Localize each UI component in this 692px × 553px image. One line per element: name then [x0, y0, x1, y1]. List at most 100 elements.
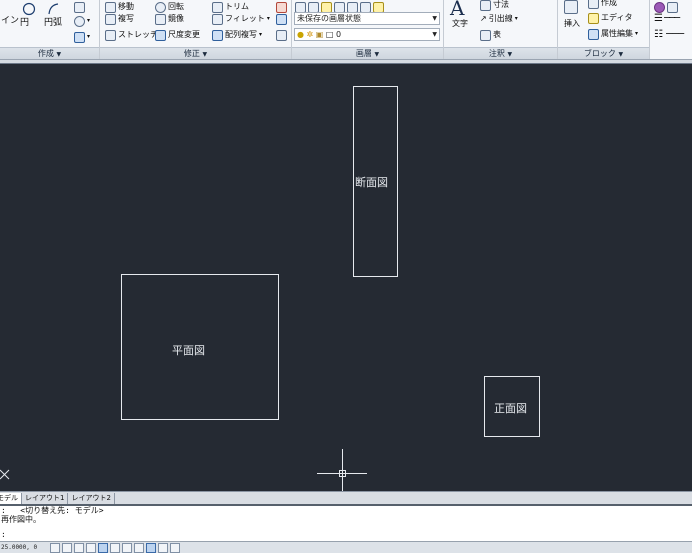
copy-button[interactable]: 複写 [105, 12, 134, 26]
table-icon [480, 29, 491, 41]
draw-panel-title[interactable]: 作成 ▼ [0, 47, 99, 59]
hatch-button[interactable]: ▾ [74, 30, 90, 44]
arc-button[interactable] [46, 2, 60, 16]
block-editor-icon [588, 12, 599, 24]
layers-panel-title-text: 画層 [355, 49, 372, 58]
circle-label-wrap[interactable]: 円 [20, 16, 29, 30]
erase-icon [276, 1, 287, 13]
dynamic-input-icon[interactable] [158, 542, 168, 553]
circle-button[interactable] [22, 2, 36, 16]
layer-off-icon[interactable] [308, 1, 319, 13]
crosshair-cursor [317, 449, 367, 491]
explode-icon [276, 13, 287, 25]
create-block-button[interactable]: 作成 [588, 0, 617, 10]
scale-icon [155, 29, 166, 41]
section-view-label[interactable]: 断面図 [355, 174, 388, 190]
edit-attributes-button[interactable]: 属性編集 ▾ [588, 27, 638, 41]
move-icon [105, 1, 116, 13]
fillet-button[interactable]: フィレット ▾ [212, 12, 270, 26]
block-editor-button[interactable]: エディタ [588, 11, 632, 25]
grid-display-icon[interactable] [74, 542, 84, 553]
dimension-button[interactable]: 寸法 [480, 0, 509, 12]
chevron-down-icon: ▼ [432, 15, 437, 22]
insert-block-icon [564, 0, 578, 14]
table-label: 表 [493, 30, 501, 39]
lightbulb-icon: ● [297, 30, 304, 39]
create-block-label: 作成 [601, 0, 617, 7]
annotation-panel-title[interactable]: 注釈 ▼ [444, 47, 557, 59]
object-snap-tracking-icon[interactable] [134, 542, 144, 553]
layer-lock-icon[interactable] [334, 1, 345, 13]
front-view-label[interactable]: 正面図 [494, 400, 527, 416]
offset-button[interactable] [276, 28, 289, 42]
trim-icon [212, 1, 223, 13]
copy-icon [105, 13, 116, 25]
snap-mode-icon[interactable] [62, 542, 72, 553]
dynamic-ucs-icon[interactable] [146, 542, 156, 553]
explode-button[interactable] [276, 12, 289, 26]
rotate-icon [155, 1, 166, 13]
ellipse-button[interactable]: ▾ [74, 14, 90, 28]
leader-button[interactable]: ↗ 引出線 ▾ [480, 12, 518, 26]
tab-layout2[interactable]: レイアウト2 [68, 492, 115, 504]
color-swatch-icon [667, 1, 678, 13]
object-snap-icon[interactable] [110, 542, 120, 553]
command-prompt[interactable]: : [1, 530, 692, 539]
3d-object-snap-icon[interactable] [122, 542, 132, 553]
ucs-icon [0, 469, 10, 480]
fillet-label: フィレット [225, 14, 265, 23]
copy-label: 複写 [118, 14, 134, 23]
layers-panel: 未保存の画層状態 ▼ ● ✲ ▣ □ 0 ▼ 画層 ▼ [292, 0, 444, 59]
layer-state-select[interactable]: 未保存の画層状態 ▼ [294, 12, 440, 25]
command-history-line: : <切り替え先: モデル> [1, 506, 104, 515]
polar-tracking-icon[interactable] [98, 542, 108, 553]
stretch-label: ストレッチ [118, 30, 158, 39]
linetype-icon: ☰ ─── [654, 13, 680, 24]
block-panel-title[interactable]: ブロック ▼ [558, 47, 649, 59]
modify-panel-title[interactable]: 修正 ▼ [100, 47, 291, 59]
current-layer-select[interactable]: ● ✲ ▣ □ 0 ▼ [294, 28, 440, 41]
block-editor-label: エディタ [601, 13, 633, 22]
layer-properties-icon[interactable] [295, 1, 306, 13]
current-layer-value: 0 [336, 30, 342, 39]
layer-isolate-icon[interactable] [373, 1, 384, 13]
drawing-area[interactable]: 断面図 平面図 正面図 [0, 64, 692, 491]
status-bar: 25.0000, 0 [0, 541, 692, 553]
layer-match-icon[interactable] [347, 1, 358, 13]
layers-panel-title[interactable]: 画層 ▼ [292, 47, 443, 59]
mirror-label: 鏡像 [168, 14, 184, 23]
mirror-button[interactable]: 鏡像 [155, 12, 184, 26]
leader-icon: ↗ [480, 14, 487, 23]
scale-label: 尺度変更 [168, 30, 200, 39]
linetype-control[interactable]: ☰ ─── [654, 12, 680, 26]
modify-panel: 移動 回転 トリム 複写 鏡像 フィレット ▾ ストレッチ 尺度変更 配列複写 ▾ … [100, 0, 292, 59]
ortho-mode-icon[interactable] [86, 542, 96, 553]
insert-label: 挿入 [564, 19, 580, 28]
scale-button[interactable]: 尺度変更 [155, 28, 200, 42]
array-button[interactable]: 配列複写 ▾ [212, 28, 262, 42]
edit-attributes-icon [588, 28, 599, 40]
lineweight-control[interactable]: ☷ ─── [654, 28, 684, 42]
properties-panel: ☰ ─── ☷ ─── [650, 0, 692, 59]
table-button[interactable]: 表 [480, 28, 501, 42]
lineweight-toggle-icon[interactable] [170, 542, 180, 553]
block-panel-title-text: ブロック [583, 49, 616, 58]
rectangle-icon [74, 1, 85, 13]
color-icon [654, 1, 665, 13]
stretch-icon [105, 29, 116, 41]
leader-label: 引出線 [488, 14, 513, 23]
layer-previous-icon[interactable] [360, 1, 371, 13]
tab-layout1[interactable]: レイアウト1 [22, 492, 69, 504]
text-button[interactable]: A [450, 0, 464, 18]
line-button[interactable]: イン [1, 14, 19, 28]
stretch-button[interactable]: ストレッチ [105, 28, 158, 42]
lineweight-icon: ☷ ─── [654, 29, 685, 40]
rectangle-button[interactable] [74, 0, 87, 14]
tab-model[interactable]: モデル [0, 492, 22, 504]
layer-freeze-icon[interactable] [321, 1, 332, 13]
insert-block-button[interactable] [564, 0, 580, 14]
arc-label-wrap[interactable]: 円弧 [44, 16, 62, 30]
command-window[interactable]: : <切り替え先: モデル> 再作図中。 : [0, 504, 692, 541]
infer-constraints-icon[interactable] [50, 542, 60, 553]
plan-view-label[interactable]: 平面図 [172, 342, 205, 358]
